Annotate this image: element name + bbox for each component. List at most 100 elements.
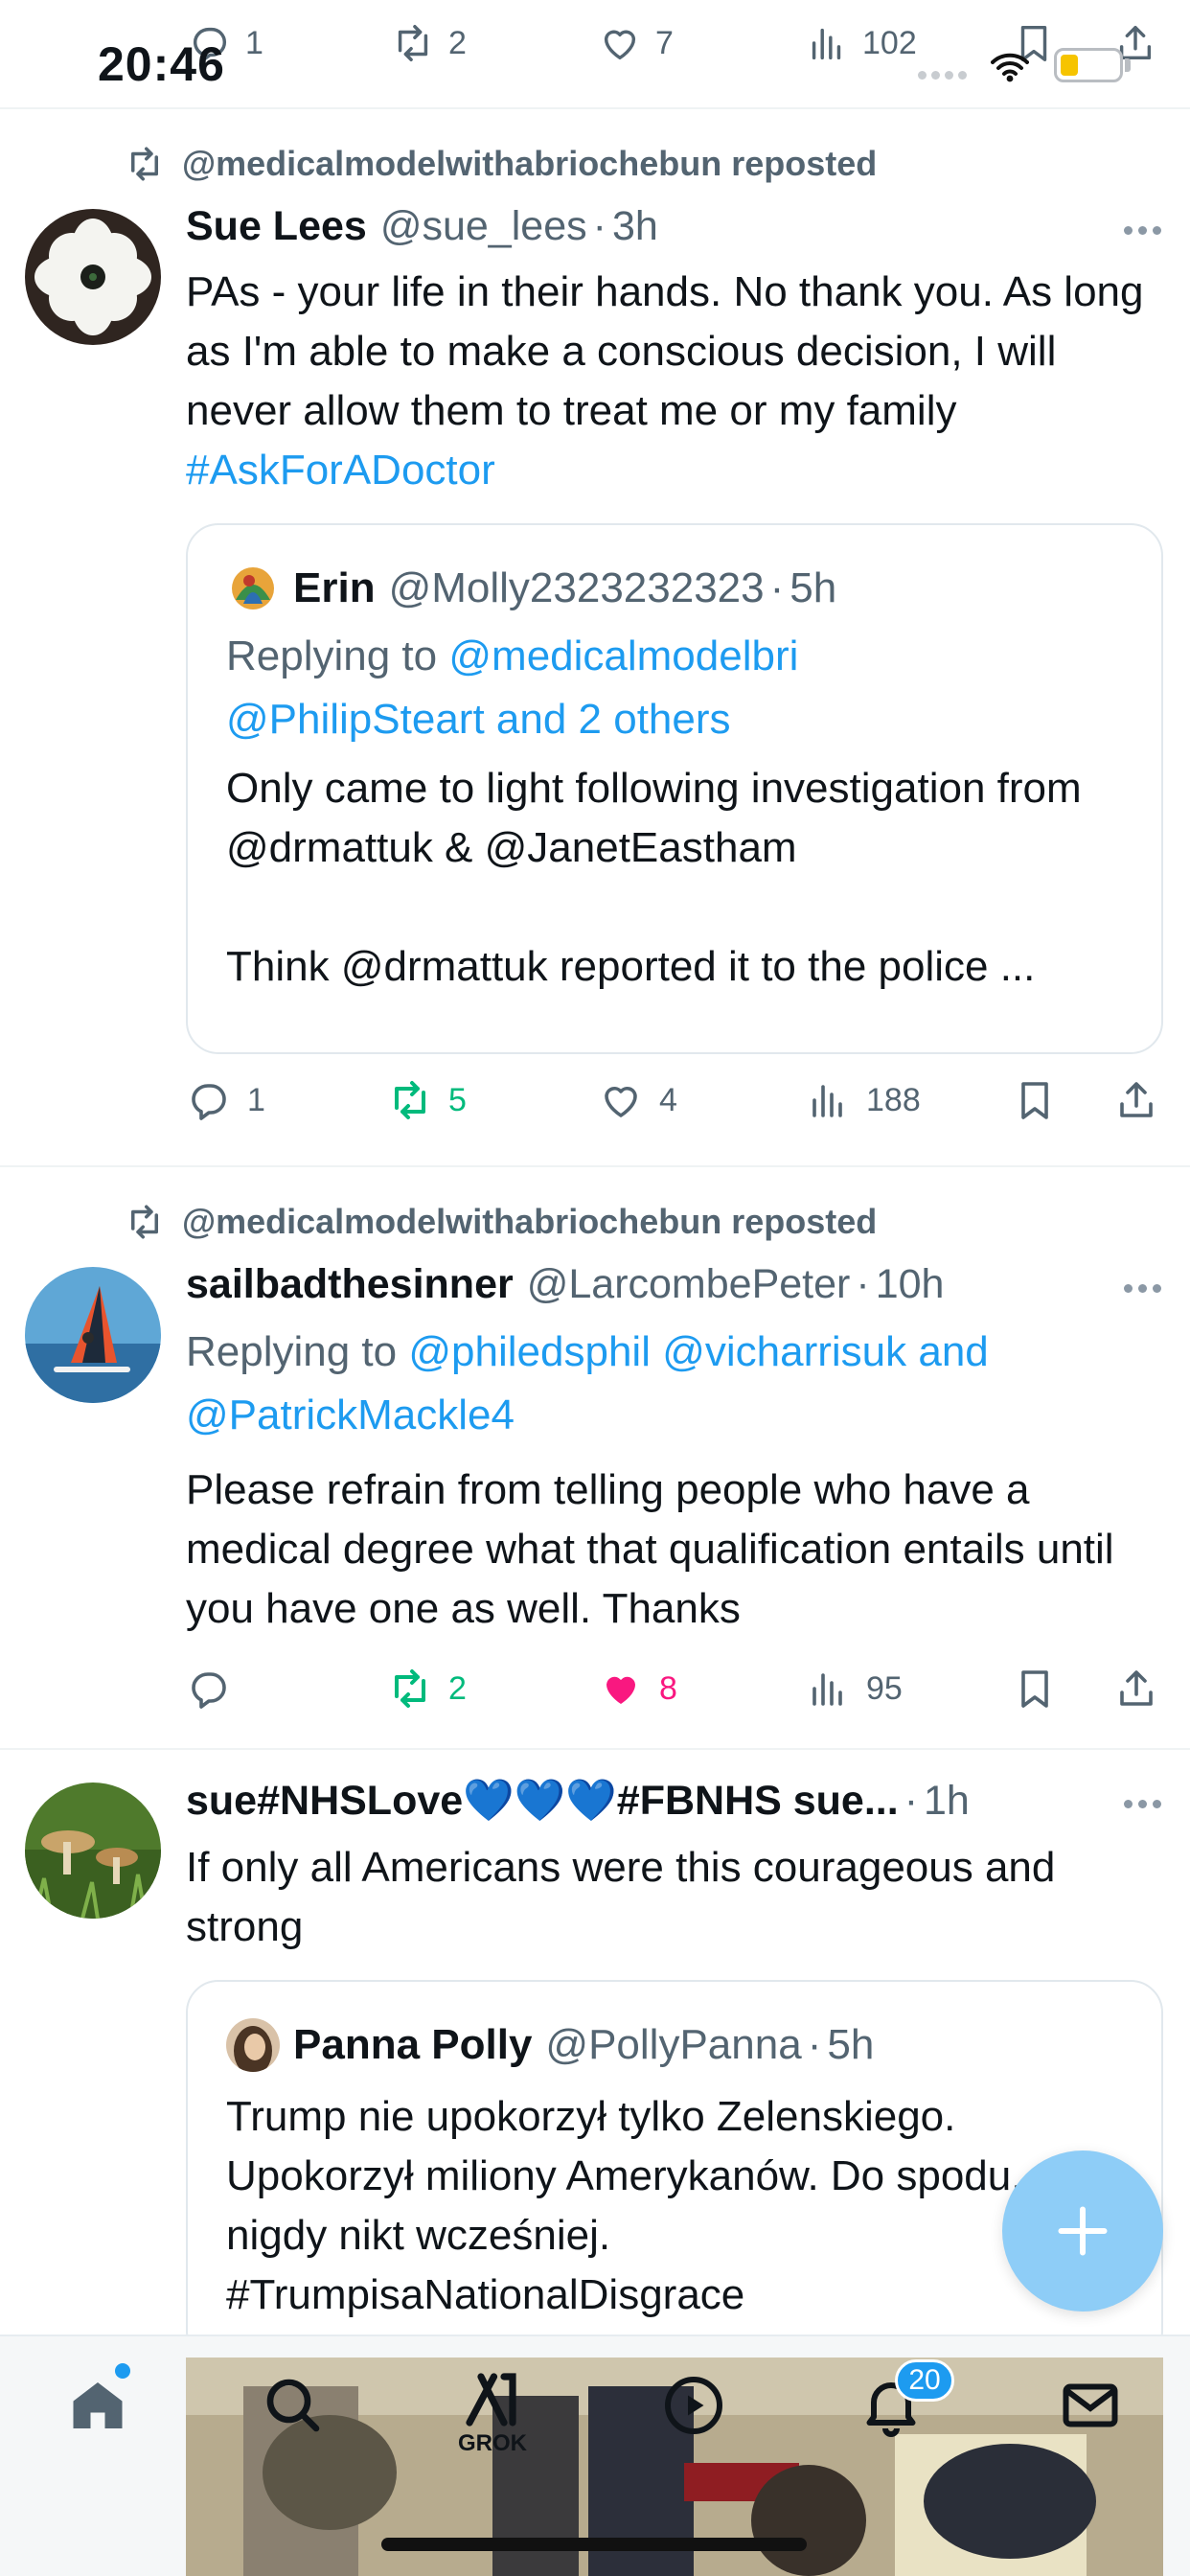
replying-to-prefix: Replying to: [226, 632, 438, 679]
quoted-post-header: Erin @Molly2323232323 · 5h: [226, 562, 836, 615]
views-icon: [812, 28, 841, 60]
tab-search[interactable]: [259, 2371, 328, 2440]
post-time[interactable]: 3h: [612, 203, 658, 250]
author-name[interactable]: sailbadthesinner: [186, 1261, 514, 1308]
post-text: PAs - your life in their hands. No thank…: [186, 263, 1154, 500]
repost-count: 5: [448, 1081, 467, 1118]
share-button[interactable]: [1113, 1666, 1159, 1712]
tab-grok[interactable]: GROK: [458, 2365, 527, 2457]
like-button[interactable]: 8: [598, 1666, 677, 1712]
author-handle: @PollyPanna: [545, 2021, 802, 2068]
share-button[interactable]: [1113, 1077, 1159, 1123]
avatar[interactable]: [226, 2018, 280, 2072]
views-count: 95: [866, 1669, 903, 1707]
post-time[interactable]: 1h: [924, 1778, 970, 1825]
repost-indicator: @medicalmodelwithabriochebun reposted: [125, 1202, 877, 1242]
tab-home[interactable]: [63, 2371, 132, 2440]
repost-icon: [395, 1081, 425, 1119]
like-count: 7: [655, 24, 674, 61]
compose-button[interactable]: [1002, 2150, 1163, 2312]
reply-icon: [192, 1084, 226, 1120]
separator-dot: ·: [592, 203, 606, 249]
mention-link[interactable]: @PatrickMackle4: [186, 1392, 515, 1438]
home-icon: [73, 2382, 123, 2428]
author-handle[interactable]: @LarcombePeter: [527, 1261, 851, 1308]
repost-count: 2: [448, 24, 467, 61]
like-count: 4: [659, 1081, 677, 1118]
repost-label: @medicalmodelwithabriochebun reposted: [182, 144, 878, 183]
reply-count: 1: [247, 1081, 265, 1118]
post-text: If only all Americans were this courageo…: [186, 1844, 1056, 1950]
repost-icon: [131, 1205, 158, 1239]
heart-filled-icon: [606, 1676, 635, 1704]
replying-to: Replying to @medicalmodelbri @PhilipStea…: [226, 625, 1127, 751]
reply-count: 1: [245, 24, 263, 61]
share-icon: [1120, 1670, 1153, 1706]
battery-icon: [1054, 48, 1123, 82]
heart-icon: [605, 1087, 637, 1117]
views-icon: [812, 1673, 842, 1706]
avatar[interactable]: [25, 1267, 161, 1403]
replying-to-prefix: Replying to: [186, 1328, 398, 1375]
post-header: Sue Lees @sue_lees · 3h: [186, 203, 1161, 250]
reply-button[interactable]: 1: [186, 1077, 265, 1123]
views-button[interactable]: 95: [805, 1666, 903, 1712]
bookmark-icon: [1021, 1082, 1048, 1119]
repost-icon: [131, 147, 158, 181]
tab-video[interactable]: [659, 2371, 728, 2440]
post-time[interactable]: 10h: [876, 1261, 945, 1308]
like-button[interactable]: 7: [598, 21, 674, 65]
author-name: Erin: [293, 564, 376, 611]
repost-label: @medicalmodelwithabriochebun reposted: [182, 1202, 878, 1241]
hashtag-link[interactable]: #AskForADoctor: [186, 447, 495, 494]
grok-label: GROK: [458, 2430, 527, 2456]
quoted-post[interactable]: Erin @Molly2323232323 · 5h Replying to @…: [186, 523, 1163, 1054]
like-count: 8: [659, 1669, 677, 1707]
mention-link[interactable]: @medicalmodelbri: [448, 632, 798, 679]
bookmark-button[interactable]: [1012, 1666, 1058, 1712]
post-sailbadthesinner[interactable]: @medicalmodelwithabriochebun reposted sa…: [0, 1167, 1190, 1748]
tab-messages[interactable]: [1056, 2371, 1125, 2440]
home-unread-dot: [115, 2363, 130, 2379]
post-time: 5h: [827, 2021, 875, 2068]
repost-icon: [398, 25, 428, 61]
author-name[interactable]: sue#NHSLove💙💙💙#FBNHS sue...: [186, 1777, 899, 1825]
quoted-post-header: Panna Polly @PollyPanna · 5h: [226, 2018, 874, 2072]
plus-icon: [1058, 2206, 1108, 2256]
avatar[interactable]: [25, 209, 161, 345]
separator-dot: ·: [856, 1261, 870, 1307]
repost-button[interactable]: 2: [387, 1666, 467, 1712]
post-actions: 1 5 4 188: [186, 1077, 1163, 1135]
mention-link[interactable]: @philedsphil @vicharrisuk and: [408, 1328, 988, 1375]
views-button[interactable]: 188: [805, 1077, 921, 1123]
mention-link[interactable]: @PhilipSteart and 2 others: [226, 696, 731, 743]
status-time: 20:46: [98, 37, 225, 91]
author-name: Panna Polly: [293, 2021, 533, 2068]
post-sue-lees[interactable]: @medicalmodelwithabriochebun reposted Su…: [0, 109, 1190, 1165]
author-name[interactable]: Sue Lees: [186, 203, 367, 250]
bookmark-icon: [1021, 1670, 1048, 1708]
more-icon[interactable]: [1124, 226, 1161, 235]
like-button[interactable]: 4: [598, 1077, 677, 1123]
separator-dot: ·: [769, 564, 785, 611]
bookmark-button[interactable]: [1012, 1077, 1058, 1123]
status-bar: 1 2 7 102 20:46: [0, 0, 1190, 105]
repost-count: 2: [448, 1669, 467, 1707]
reply-button[interactable]: [186, 1666, 247, 1712]
signal-icon: [918, 71, 967, 80]
author-handle[interactable]: @sue_lees: [380, 203, 587, 250]
battery-cap: [1125, 58, 1131, 72]
separator-dot: ·: [807, 2021, 822, 2068]
heart-icon: [604, 30, 636, 60]
share-icon: [1120, 1082, 1153, 1117]
quoted-post[interactable]: Panna Polly @PollyPanna · 5h Trump nie u…: [186, 1980, 1163, 2363]
more-icon[interactable]: [1124, 1284, 1161, 1293]
avatar[interactable]: [25, 1782, 161, 1919]
avatar[interactable]: [226, 562, 280, 615]
replying-to: Replying to @philedsphil @vicharrisuk an…: [186, 1321, 1154, 1447]
more-icon[interactable]: [1124, 1800, 1161, 1808]
views-button[interactable]: 102: [805, 21, 917, 65]
repost-button[interactable]: 2: [391, 21, 467, 65]
repost-button[interactable]: 5: [387, 1077, 467, 1123]
reply-icon: [192, 1672, 226, 1709]
